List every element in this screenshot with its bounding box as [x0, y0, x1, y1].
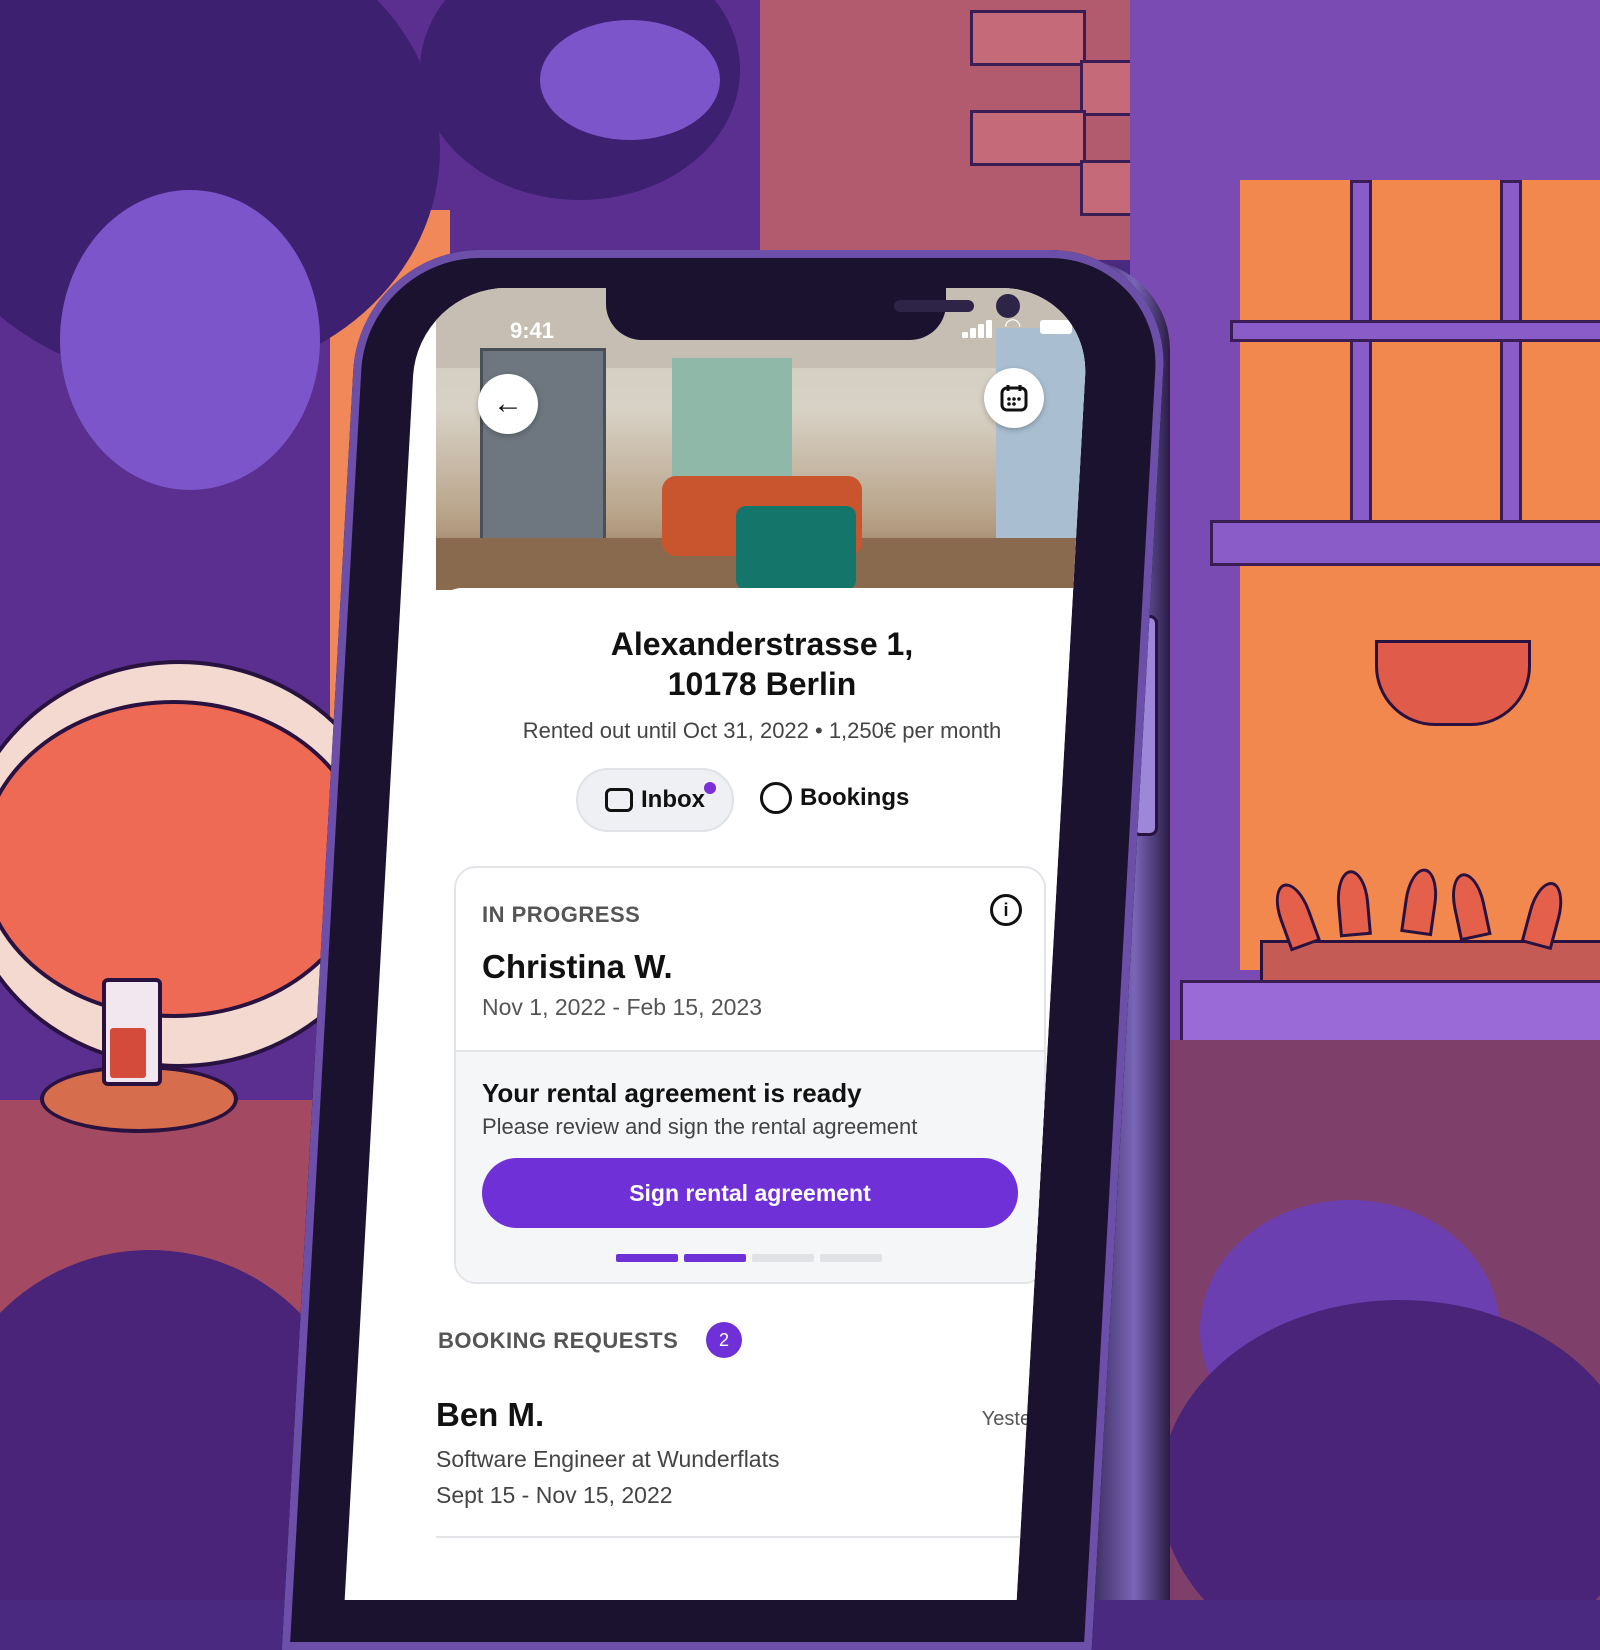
address-line-2: 10178 Berlin	[667, 666, 857, 702]
calendar-icon	[1000, 385, 1028, 412]
drink	[110, 1028, 146, 1078]
requester-job: Software Engineer at Wunderflats	[436, 1446, 780, 1472]
brick	[970, 10, 1086, 66]
speaker	[894, 300, 974, 312]
signal-bar	[970, 328, 976, 338]
agreement-section: Your rental agreement is ready Please re…	[456, 1050, 1044, 1284]
booking-requests-count-badge: 2	[706, 1322, 742, 1358]
sign-rental-agreement-button[interactable]: Sign rental agreement	[482, 1158, 1018, 1228]
battery-icon	[1040, 320, 1072, 334]
signal-bar	[986, 320, 992, 338]
window-transom	[1230, 320, 1600, 342]
status-icons: ◠	[962, 315, 1082, 338]
arrow-left-icon: ←	[493, 387, 523, 420]
listing-address: Alexanderstrasse 1, 10178 Berlin	[436, 624, 1088, 704]
brick	[970, 110, 1086, 166]
window-mullion	[1500, 180, 1522, 546]
listing-panel: Alexanderstrasse 1, 10178 Berlin Rented …	[436, 588, 1090, 1600]
request-dates: Sept 15 - Nov 15, 2022	[436, 1482, 673, 1508]
signal-bar	[978, 324, 984, 338]
tab-bar: Inbox Bookings	[576, 768, 976, 832]
info-icon[interactable]: i	[990, 894, 1022, 926]
status-time: 9:41	[510, 318, 555, 343]
calendar-button[interactable]	[984, 368, 1044, 428]
tab-bookings-label: Bookings	[800, 784, 910, 811]
tree-foliage	[60, 190, 320, 490]
window-sill	[1210, 520, 1600, 566]
agreement-title: Your rental agreement is ready	[482, 1078, 862, 1108]
tab-inbox[interactable]: Inbox	[576, 768, 734, 832]
progress-step	[752, 1254, 814, 1262]
unread-dot	[704, 782, 716, 794]
drink-glass	[102, 978, 162, 1086]
signal-bar	[962, 332, 968, 338]
window-glass	[1240, 180, 1600, 970]
user-circle-icon	[760, 782, 792, 814]
progress-step	[820, 1254, 882, 1262]
progress-steps	[616, 1254, 882, 1262]
tab-inbox-label: Inbox	[641, 786, 705, 813]
progress-step	[616, 1254, 678, 1262]
status-label: IN PROGRESS	[482, 902, 641, 927]
progress-step	[684, 1254, 746, 1262]
in-progress-card: IN PROGRESS i Christina W. Nov 1, 2022 -…	[454, 866, 1046, 1284]
booking-requests-label: BOOKING REQUESTS	[438, 1328, 679, 1353]
inbox-icon	[605, 788, 633, 812]
apartment-photo: 9:41 ◠ ←	[436, 288, 1090, 590]
window-ledge	[1180, 980, 1600, 1046]
photo-armchair	[736, 506, 856, 590]
list-divider	[436, 1536, 1032, 1538]
tab-bookings[interactable]: Bookings	[760, 768, 909, 828]
requester-name: Ben M.	[436, 1396, 545, 1433]
address-line-1: Alexanderstrasse 1,	[610, 626, 914, 662]
back-button[interactable]: ←	[478, 374, 538, 434]
phone-notch	[606, 288, 1020, 340]
agreement-body: Please review and sign the rental agreem…	[482, 1114, 918, 1139]
hanging-plant-pot	[1375, 640, 1531, 726]
photo-wall	[672, 358, 792, 478]
phone-screen: 9:41 ◠ ← Alexanderstrasse 1, 10178 Berli…	[344, 288, 1090, 1600]
tenant-dates: Nov 1, 2022 - Feb 15, 2023	[482, 994, 763, 1020]
tree-foliage	[540, 20, 720, 140]
wifi-icon: ◠	[1004, 315, 1022, 337]
listing-subline: Rented out until Oct 31, 2022 • 1,250€ p…	[522, 718, 1002, 743]
window-mullion	[1350, 180, 1372, 546]
tenant-name: Christina W.	[482, 948, 673, 985]
